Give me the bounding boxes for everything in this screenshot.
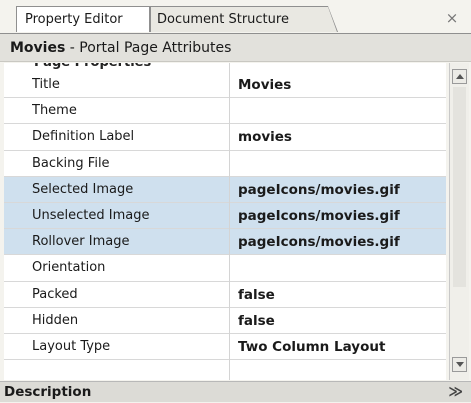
property-key: Definition Label [32,129,135,145]
tab-document-structure[interactable]: Document Structure [150,6,338,32]
property-row[interactable]: Layout Type Two Column Layout [4,334,446,361]
scroll-up-icon[interactable] [452,69,467,84]
property-row[interactable]: Title Movies [4,72,446,99]
property-grid: Page Properties Title Movies Theme Definiti… [4,63,446,380]
property-value[interactable]: Two Column Layout [238,334,444,360]
property-value[interactable] [238,151,444,177]
property-row[interactable]: Definition Label movies [4,124,446,151]
property-row[interactable]: Hidden false [4,308,446,334]
collapse-icon[interactable]: ≫ [448,382,463,403]
column-divider[interactable] [229,63,230,380]
property-key: Theme [32,103,77,119]
page-title-suffix: - Portal Page Attributes [65,40,232,56]
tab-strip: Property Editor Document Structure × [0,0,471,34]
property-row[interactable]: Packed false [4,282,446,308]
property-row[interactable]: Theme [4,98,446,125]
property-value[interactable]: pageIcons/movies.gif [238,203,444,229]
property-editor-window: Property Editor Document Structure × Mov… [0,0,471,402]
scroll-down-icon[interactable] [452,357,467,372]
property-key: Orientation [32,260,106,276]
tab-document-structure-label: Document Structure [157,12,289,27]
property-value[interactable]: pageIcons/movies.gif [238,177,444,203]
page-title: Movies - Portal Page Attributes [0,34,471,62]
page-title-name: Movies [10,40,66,56]
property-value[interactable]: Movies [238,72,444,98]
property-row[interactable]: Orientation [4,255,446,282]
property-key: Title [32,77,60,92]
property-key: Rollover Image [32,234,130,250]
property-row[interactable]: Backing File [4,151,446,177]
property-key: Backing File [32,155,110,171]
property-value[interactable]: false [238,282,444,308]
scrollbar-thumb[interactable] [453,87,466,287]
property-key: Unselected Image [32,207,150,223]
property-value[interactable]: movies [238,124,444,150]
property-row[interactable]: Selected Image pageIcons/movies.gif [4,176,446,203]
tab-property-editor[interactable]: Property Editor [16,6,150,32]
vertical-scrollbar[interactable] [449,63,469,380]
tab-slant-fill [328,7,337,32]
property-value[interactable]: pageIcons/movies.gif [238,229,444,255]
property-key: Layout Type [32,338,111,354]
property-key: Selected Image [32,181,134,197]
property-value[interactable]: false [238,308,444,334]
property-key: Packed [32,286,78,302]
property-key: Hidden [32,312,79,328]
description-label: Description [4,384,92,400]
property-row[interactable]: Rollover Image pageIcons/movies.gif [4,229,446,256]
section-label: Page Properties [34,63,151,72]
property-value[interactable] [238,98,444,124]
description-panel-header[interactable]: Description ≫ [0,381,471,402]
property-rows: Title Movies Theme Definition Label movies Ba… [4,72,446,361]
property-value[interactable] [238,255,444,281]
close-icon[interactable]: × [443,9,461,27]
property-row[interactable]: Unselected Image pageIcons/movies.gif [4,202,446,230]
